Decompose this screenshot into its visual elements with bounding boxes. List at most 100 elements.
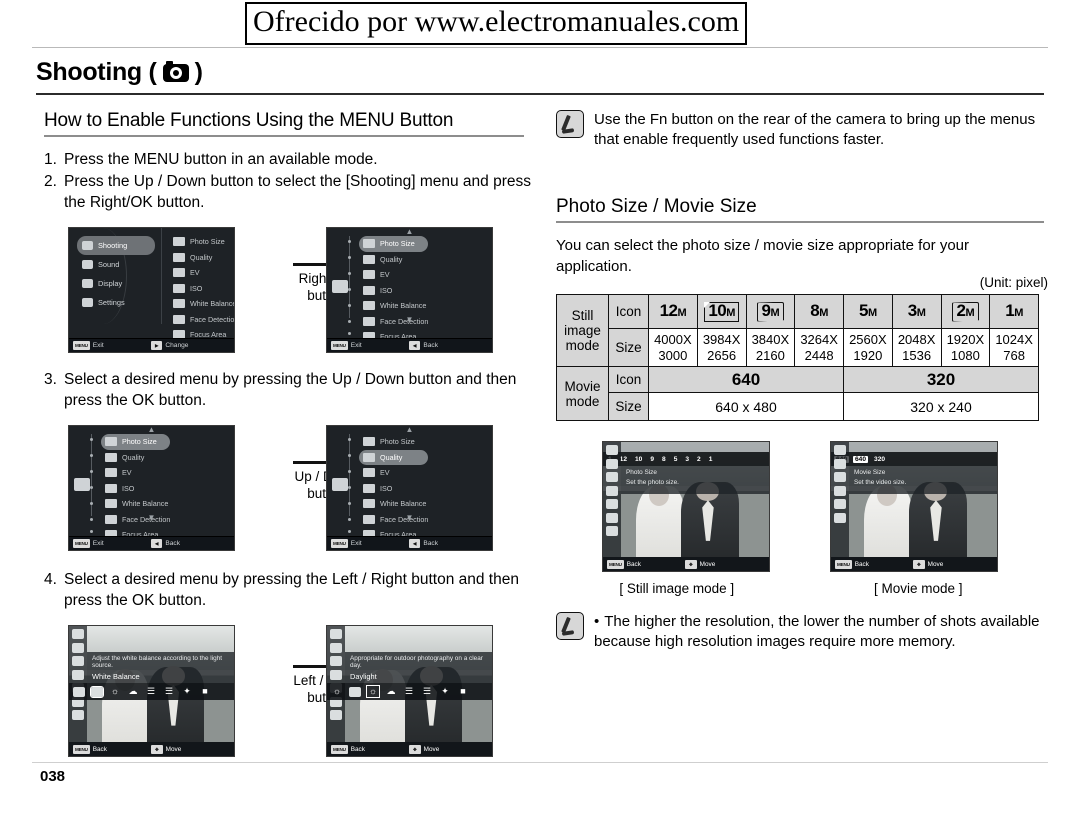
option-item-iso[interactable]: ISO (169, 281, 234, 297)
camera-icon (82, 241, 93, 250)
size-chip-640[interactable]: 640 (853, 455, 869, 463)
option-item-face-detection[interactable]: Face Detection (101, 512, 170, 528)
still-icon-3m: 3M (891, 294, 942, 329)
scroll-up-icon: ▲ (405, 425, 414, 434)
daylight-select-icon[interactable] (90, 685, 104, 698)
right-arrow-key-icon: ▶ (151, 341, 163, 350)
page-title: Shooting ( ) (36, 58, 1048, 91)
size-chip-5m[interactable]: 5 (672, 456, 680, 463)
option-item-ev[interactable]: EV (101, 465, 170, 481)
size-chip-9m[interactable]: 9 (648, 456, 656, 463)
mode-item-shooting[interactable]: Shooting (77, 236, 155, 255)
option-item-white-balance[interactable]: White Balance (101, 496, 170, 512)
custom-wb-icon[interactable]: ■ (457, 686, 469, 697)
size-chip-320[interactable]: 320 (872, 456, 887, 463)
size-width: 2048X (897, 331, 936, 347)
white-balance-option-bar: ☼ ☼ ☁ ☰ ☰ ✦ ■ (327, 683, 492, 700)
still-icon-8m: 8M (794, 294, 844, 329)
photo-size-icon (363, 437, 375, 447)
size-chip-1m[interactable]: 1 (707, 456, 715, 463)
camera-icon (332, 280, 348, 293)
mode-label: Display (98, 279, 123, 288)
size-chip-2m[interactable]: 2 (695, 456, 703, 463)
option-item-white-balance[interactable]: White Balance (359, 496, 428, 512)
table-row: Still image mode Icon 12M 10M 9M 8M 5M 3… (556, 294, 1039, 367)
auto-wb-icon[interactable] (349, 686, 361, 697)
option-item-quality[interactable]: Quality (359, 449, 429, 465)
size-chip-3m[interactable]: 3 (683, 456, 691, 463)
option-item-iso[interactable]: ISO (359, 481, 428, 497)
option-item-quality[interactable]: Quality (101, 450, 170, 466)
option-item-photo-size[interactable]: Photo Size (359, 434, 428, 450)
face-detection-icon (606, 512, 618, 523)
fluorescent-l-icon[interactable]: ☰ (163, 686, 175, 697)
row-header-still: Still image mode (556, 294, 609, 367)
row-header-movie-label: Movie mode (564, 378, 601, 409)
option-item-photo-size[interactable]: Photo Size (359, 236, 429, 252)
size-chip-8m[interactable]: 8 (660, 456, 668, 463)
scroll-track[interactable] (347, 434, 351, 533)
note-resolution-text: The higher the resolution, the lower the… (594, 613, 1040, 650)
screen-footer: MENU Exit ▶ Change (69, 338, 234, 352)
menu-key-icon: MENU (73, 744, 90, 754)
sun-icon[interactable]: ☼ (109, 686, 121, 697)
photo-movie-size-table: Still image mode Icon 12M 10M 9M 8M 5M 3… (556, 294, 1039, 421)
custom-wb-icon[interactable]: ■ (199, 686, 211, 697)
option-item-white-balance[interactable]: White Balance (169, 296, 234, 312)
movie-size-icon (834, 445, 846, 455)
preview-captions: [ Still image mode ] [ Movie mode ] (556, 581, 1039, 596)
note-text: • The higher the resolution, the lower th… (594, 612, 1048, 652)
option-label: EV (380, 468, 390, 478)
option-item-photo-size[interactable]: Photo Size (169, 234, 234, 250)
size-height: 2656 (707, 347, 737, 363)
tungsten-icon[interactable]: ✦ (181, 686, 193, 697)
size-chip-10m[interactable]: 10 (633, 456, 644, 463)
ev-icon (606, 472, 618, 482)
size-icon-10m: 10M (704, 301, 739, 322)
cloud-icon[interactable]: ☁ (385, 686, 397, 697)
option-item-face-detection[interactable]: Face Detection (359, 314, 428, 330)
option-label: White Balance (122, 499, 169, 509)
sun-selected-icon[interactable]: ☼ (331, 686, 343, 697)
dpad-key-icon: ✥ (685, 559, 697, 569)
option-item-ev[interactable]: EV (169, 265, 234, 281)
footer-right-label: Move (699, 560, 716, 568)
camera-icon (332, 478, 348, 491)
option-item-photo-size[interactable]: Photo Size (101, 434, 171, 450)
option-item-quality[interactable]: Quality (169, 250, 234, 266)
fluorescent-h-icon[interactable]: ☰ (145, 686, 157, 697)
option-item-quality[interactable]: Quality (359, 252, 428, 268)
chapter-title-close: ) (194, 58, 203, 86)
cloud-icon[interactable]: ☁ (127, 686, 139, 697)
option-item-iso[interactable]: ISO (359, 283, 428, 299)
iso-icon (606, 485, 618, 496)
tungsten-icon[interactable]: ✦ (439, 686, 451, 697)
auto-wb-icon[interactable] (73, 686, 85, 697)
mode-item-display[interactable]: Display (77, 274, 155, 293)
option-item-ev[interactable]: EV (359, 465, 428, 481)
page-number: 038 (40, 768, 66, 785)
menu-key-icon: MENU (73, 539, 90, 548)
unit-label: (Unit: pixel) (979, 275, 1048, 290)
option-item-iso[interactable]: ISO (101, 481, 170, 497)
table-row: Movie mode Icon 640 320 (556, 366, 1039, 421)
size-width: 3264X (800, 331, 838, 347)
footer-right-label: Back (165, 540, 181, 547)
option-label: Quality (380, 254, 403, 264)
iso-icon (330, 669, 342, 680)
scroll-track[interactable] (347, 236, 351, 335)
stabilizer-icon (834, 512, 846, 523)
option-item-face-detection[interactable]: Face Detection (169, 312, 234, 328)
option-item-face-detection[interactable]: Face Detection (359, 512, 428, 528)
scroll-track[interactable] (89, 434, 93, 533)
daylight-icon[interactable]: ☼ (366, 685, 380, 698)
option-item-ev[interactable]: EV (359, 267, 428, 283)
footer-right-label: Move (423, 745, 440, 753)
mode-item-sound[interactable]: Sound (77, 255, 155, 274)
screen-footer: MENU Exit ◀ Back (69, 536, 234, 550)
mode-item-settings[interactable]: Settings (77, 293, 155, 312)
fluorescent-h-icon[interactable]: ☰ (403, 686, 415, 697)
fluorescent-l-icon[interactable]: ☰ (421, 686, 433, 697)
option-item-white-balance[interactable]: White Balance (359, 298, 428, 314)
photo-size-icon (72, 629, 84, 639)
